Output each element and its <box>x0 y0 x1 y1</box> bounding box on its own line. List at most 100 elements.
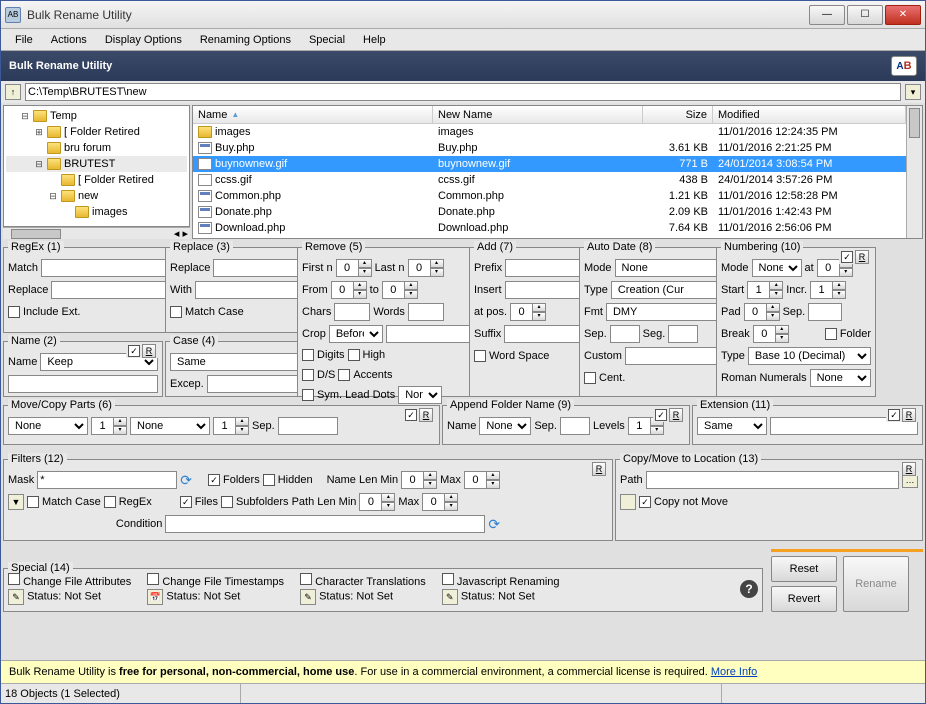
movecopy-n2-spinner[interactable]: ▴▾ <box>213 417 249 435</box>
numbering-mode-select[interactable]: None <box>752 259 802 277</box>
remove-high-checkbox[interactable] <box>348 349 360 361</box>
menu-actions[interactable]: Actions <box>43 32 95 48</box>
special-attr-checkbox[interactable] <box>8 573 20 585</box>
file-row[interactable]: Download.phpDownload.php7.64 KB11/01/201… <box>193 220 906 236</box>
numbering-type-select[interactable]: Base 10 (Decimal) <box>748 347 871 365</box>
filters-files-checkbox[interactable]: ✓ <box>180 496 192 508</box>
tree-item[interactable]: ⊟BRUTEST <box>6 156 187 172</box>
file-row[interactable]: Buy.phpBuy.php3.61 KB11/01/2016 2:21:25 … <box>193 140 906 156</box>
remove-to-spinner[interactable]: ▴▾ <box>382 281 418 299</box>
menu-file[interactable]: File <box>7 32 41 48</box>
path-up-icon[interactable]: ↑ <box>5 84 21 100</box>
add-atpos-spinner[interactable]: ▴▾ <box>510 303 546 321</box>
movecopy-enable-checkbox[interactable]: ✓ <box>405 409 417 421</box>
numbering-roman-select[interactable]: None <box>810 369 871 387</box>
revert-button[interactable]: Revert <box>771 586 837 612</box>
numbering-folder-checkbox[interactable] <box>825 328 837 340</box>
extension-reset[interactable]: R <box>902 408 916 422</box>
appendfolder-reset[interactable]: R <box>669 408 683 422</box>
autodate-cent-checkbox[interactable] <box>584 372 596 384</box>
menu-display[interactable]: Display Options <box>97 32 190 48</box>
add-wordspace-checkbox[interactable] <box>474 350 486 362</box>
numbering-sep-input[interactable] <box>808 303 842 321</box>
special-js-checkbox[interactable] <box>442 573 454 585</box>
remove-firstn-spinner[interactable]: ▴▾ <box>336 259 372 277</box>
menu-special[interactable]: Special <box>301 32 353 48</box>
copymove-reset[interactable]: R <box>902 462 916 476</box>
ab-logo-icon[interactable]: AB <box>891 56 917 76</box>
filters-regex-checkbox[interactable] <box>104 496 116 508</box>
filters-subfolders-checkbox[interactable] <box>221 496 233 508</box>
appendfolder-enable-checkbox[interactable]: ✓ <box>655 409 667 421</box>
js-edit-icon[interactable]: ✎ <box>442 589 458 605</box>
appendfolder-name-select[interactable]: None <box>479 417 531 435</box>
movecopy-mode1-select[interactable]: None <box>8 417 88 435</box>
remove-ds-checkbox[interactable] <box>302 369 314 381</box>
autodate-sep-input[interactable] <box>610 325 640 343</box>
filter-icon[interactable]: ▼ <box>8 494 24 510</box>
remove-from-spinner[interactable]: ▴▾ <box>331 281 367 299</box>
filters-namelenmin-spinner[interactable]: ▴▾ <box>401 471 437 489</box>
tree-scrollbar[interactable]: ◂ ▸ <box>3 227 190 239</box>
attr-edit-icon[interactable]: ✎ <box>8 589 24 605</box>
tree-item[interactable]: ⊟Temp <box>6 108 187 124</box>
file-scrollbar[interactable] <box>906 106 922 238</box>
appendfolder-sep-input[interactable] <box>560 417 590 435</box>
remove-chars-input[interactable] <box>334 303 370 321</box>
filters-reset[interactable]: R <box>592 462 606 476</box>
filters-pathlenmax-spinner[interactable]: ▴▾ <box>422 493 458 511</box>
numbering-incr-spinner[interactable]: ▴▾ <box>810 281 846 299</box>
filters-hidden-checkbox[interactable] <box>263 474 275 486</box>
numbering-enable-checkbox[interactable]: ✓ <box>841 251 853 263</box>
movecopy-mode2-select[interactable]: None <box>130 417 210 435</box>
minimize-button[interactable]: — <box>809 5 845 25</box>
filters-mask-input[interactable] <box>37 471 177 489</box>
rename-button[interactable]: Rename <box>843 556 909 612</box>
filters-condition-input[interactable] <box>165 515 485 533</box>
menu-renaming[interactable]: Renaming Options <box>192 32 299 48</box>
path-browse-icon[interactable]: ▾ <box>905 84 921 100</box>
movecopy-n1-spinner[interactable]: ▴▾ <box>91 417 127 435</box>
file-header[interactable]: Name▲ New Name Size Modified <box>193 106 906 124</box>
remove-accents-checkbox[interactable] <box>338 369 350 381</box>
more-info-link[interactable]: More Info <box>711 666 757 678</box>
numbering-pad-spinner[interactable]: ▴▾ <box>744 303 780 321</box>
extension-enable-checkbox[interactable]: ✓ <box>888 409 900 421</box>
tree-item[interactable]: images <box>6 204 187 220</box>
file-list[interactable]: Name▲ New Name Size Modified imagesimage… <box>192 105 923 239</box>
name-reset[interactable]: R <box>142 344 156 358</box>
maximize-button[interactable]: ☐ <box>847 5 883 25</box>
reset-button[interactable]: Reset <box>771 556 837 582</box>
numbering-break-spinner[interactable]: ▴▾ <box>753 325 789 343</box>
file-row[interactable]: Donate.phpDonate.php2.09 KB11/01/2016 1:… <box>193 204 906 220</box>
file-row[interactable]: buynownew.gifbuynownew.gif771 B24/01/201… <box>193 156 906 172</box>
extension-select[interactable]: Same <box>697 417 767 435</box>
filters-namelenmax-spinner[interactable]: ▴▾ <box>464 471 500 489</box>
remove-digits-checkbox[interactable] <box>302 349 314 361</box>
condition-refresh-icon[interactable]: ⟳ <box>488 516 500 533</box>
remove-lastn-spinner[interactable]: ▴▾ <box>408 259 444 277</box>
special-ts-checkbox[interactable] <box>147 573 159 585</box>
tree-item[interactable]: ⊟new <box>6 188 187 204</box>
replace-matchcase-checkbox[interactable] <box>170 306 182 318</box>
tree-item[interactable]: bru forum <box>6 140 187 156</box>
chartrans-edit-icon[interactable]: ✎ <box>300 589 316 605</box>
numbering-reset[interactable]: R <box>855 250 869 264</box>
remove-crop-select[interactable]: Before <box>329 325 383 343</box>
refresh-icon[interactable]: ⟳ <box>180 472 192 489</box>
filters-pathlenmin-spinner[interactable]: ▴▾ <box>359 493 395 511</box>
filters-folders-checkbox[interactable]: ✓ <box>208 474 220 486</box>
special-chartrans-checkbox[interactable] <box>300 573 312 585</box>
ts-edit-icon[interactable]: 📅 <box>147 589 163 605</box>
movecopy-reset[interactable]: R <box>419 408 433 422</box>
tree-item[interactable]: [ Folder Retired <box>6 172 187 188</box>
movecopy-sep-input[interactable] <box>278 417 338 435</box>
folder-tree[interactable]: ⊟Temp⊞[ Folder Retiredbru forum⊟BRUTEST[… <box>3 105 190 227</box>
autodate-seg-input[interactable] <box>668 325 698 343</box>
file-row[interactable]: Common.phpCommon.php1.21 KB11/01/2016 12… <box>193 188 906 204</box>
remove-words-input[interactable] <box>408 303 444 321</box>
regex-include-ext-checkbox[interactable] <box>8 306 20 318</box>
path-input[interactable] <box>25 83 901 101</box>
copymove-path-input[interactable] <box>646 471 899 489</box>
close-button[interactable]: ✕ <box>885 5 921 25</box>
